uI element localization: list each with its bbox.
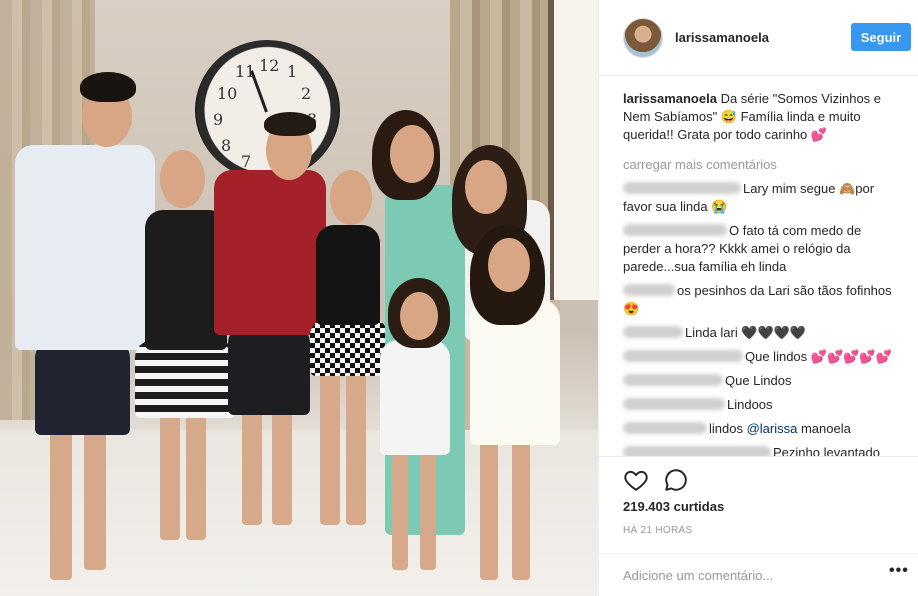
load-more-comments-link[interactable]: carregar mais comentários xyxy=(623,156,895,174)
caption: larissamanoela Da série "Somos Vizinhos … xyxy=(623,90,895,144)
clock-number: 10 xyxy=(217,84,238,103)
comment-text: Pezinho levantado xyxy=(773,445,880,456)
comment-text: Linda lari 🖤🖤🖤🖤 xyxy=(685,325,807,340)
comment: Que lindos 💕💕💕💕💕 xyxy=(623,348,895,366)
comment-text: Lindoos xyxy=(727,397,773,412)
comment: O fato tá com medo de perder a hora?? Kk… xyxy=(623,222,895,276)
comment-text: manoela xyxy=(797,421,851,436)
username-link[interactable]: larissamanoela xyxy=(675,30,769,45)
blurred-username xyxy=(623,224,727,236)
blurred-username xyxy=(623,422,707,434)
blurred-username xyxy=(623,350,743,362)
clock-number: 1 xyxy=(287,62,298,81)
likes-count[interactable]: 219.403 curtidas xyxy=(623,499,724,514)
comment: os pesinhos da Lari são tãos fofinhos 😍 xyxy=(623,282,895,318)
blurred-username xyxy=(623,446,771,456)
post-photo[interactable]: 11 12 1 10 2 9 3 8 7 xyxy=(0,0,598,596)
blurred-username xyxy=(623,398,725,410)
blurred-username xyxy=(623,374,723,386)
comment: Lary mim segue 🙈por favor sua linda 😭 xyxy=(623,180,895,216)
comment-text: lindos xyxy=(709,421,747,436)
clock-number: 2 xyxy=(301,84,312,103)
comment: Lindoos xyxy=(623,396,895,414)
post-timestamp[interactable]: HÁ 21 HORAS xyxy=(623,525,692,536)
clock-number: 11 xyxy=(235,62,256,81)
comment: Pezinho levantado xyxy=(623,444,895,456)
mention-link[interactable]: @larissa xyxy=(747,421,798,436)
comment: Linda lari 🖤🖤🖤🖤 xyxy=(623,324,895,342)
comment-text: Que lindos 💕💕💕💕💕 xyxy=(745,349,892,364)
blurred-username xyxy=(623,284,675,296)
clock-number: 8 xyxy=(221,136,232,155)
caption-username[interactable]: larissamanoela xyxy=(623,91,717,106)
window xyxy=(548,0,598,300)
clock-number: 7 xyxy=(241,152,252,171)
comment: lindos @larissa manoela xyxy=(623,420,895,438)
post-header: larissamanoela Seguir xyxy=(599,0,918,76)
blurred-username xyxy=(623,182,741,194)
post-actions: 219.403 curtidas HÁ 21 HORAS ••• xyxy=(599,456,918,596)
comment-text: Que Lindos xyxy=(725,373,792,388)
comment: Que Lindos xyxy=(623,372,895,390)
blurred-username xyxy=(623,326,683,338)
comment-input[interactable] xyxy=(623,562,863,588)
post-sidebar: larissamanoela Seguir larissamanoela Da … xyxy=(598,0,918,596)
add-comment-bar: ••• xyxy=(599,553,918,596)
clock-number: 12 xyxy=(259,56,280,75)
follow-button[interactable]: Seguir xyxy=(851,23,911,51)
clock-number: 9 xyxy=(213,110,224,129)
avatar[interactable] xyxy=(623,18,663,58)
heart-icon[interactable] xyxy=(623,467,649,493)
more-options-icon[interactable]: ••• xyxy=(889,562,909,580)
comment-bubble-icon[interactable] xyxy=(663,467,689,493)
comments-list[interactable]: larissamanoela Da série "Somos Vizinhos … xyxy=(599,76,918,456)
